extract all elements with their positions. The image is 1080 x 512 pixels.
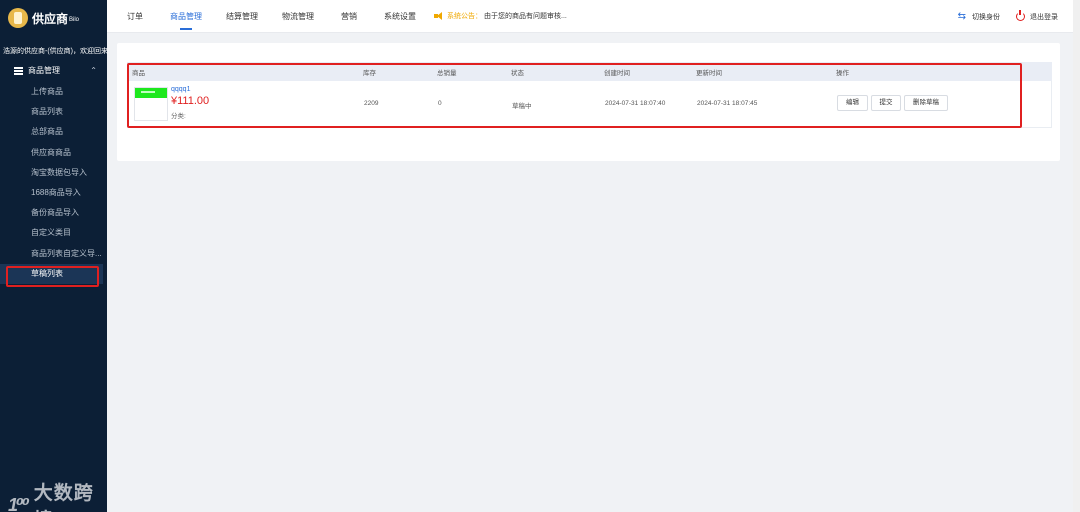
- sidebar: 供应商 Bilo 浩源的供应商-(供应商)，欢迎回来 商品管理 ⌃ 上传商品 商…: [0, 0, 108, 512]
- sidebar-item-1688-import[interactable]: 1688商品导入: [0, 183, 103, 203]
- power-icon: [1016, 10, 1025, 21]
- sidebar-item-hq-products[interactable]: 总部商品: [0, 122, 103, 142]
- watermark-text: 大数跨境: [33, 483, 94, 512]
- sidebar-item-custom-export[interactable]: 商品列表自定义导...: [0, 244, 103, 264]
- logo-sub: Bilo: [69, 17, 80, 23]
- page-scrollbar[interactable]: [1073, 0, 1080, 512]
- logo-icon: [8, 8, 28, 28]
- switch-icon: ⇆: [957, 11, 966, 22]
- tab-system-settings[interactable]: 系统设置: [384, 0, 416, 33]
- tab-orders[interactable]: 订单: [127, 0, 143, 33]
- tab-settlement[interactable]: 结算管理: [226, 0, 258, 33]
- sidebar-item-custom-category[interactable]: 自定义类目: [0, 223, 103, 243]
- speaker-icon: [434, 12, 444, 20]
- menu-group-product[interactable]: 商品管理 ⌃: [0, 56, 107, 76]
- menu-items: 上传商品 商品列表 总部商品 供应商商品 淘宝数据包导入 1688商品导入 备份…: [0, 82, 107, 284]
- logo[interactable]: 供应商 Bilo: [0, 0, 107, 36]
- menu-icon: [14, 66, 23, 75]
- top-right-actions: ⇆ 切换身份 退出登录: [958, 0, 1058, 33]
- tab-logistics[interactable]: 物流管理: [282, 0, 314, 33]
- system-notice[interactable]: 系统公告： 由于您的商品有问题审核...: [434, 11, 567, 21]
- watermark-logo: 1⁰⁰: [8, 494, 30, 512]
- sidebar-item-taobao-import[interactable]: 淘宝数据包导入: [0, 163, 103, 183]
- welcome-text: 浩源的供应商-(供应商)，欢迎回来: [3, 48, 108, 55]
- logout-button[interactable]: 退出登录: [1030, 12, 1058, 22]
- logo-text: 供应商: [32, 11, 69, 26]
- tab-marketing[interactable]: 营销: [341, 0, 357, 33]
- notice-text: 由于您的商品有问题审核...: [484, 13, 567, 20]
- sidebar-item-upload[interactable]: 上传商品: [0, 82, 103, 102]
- tab-product-management[interactable]: 商品管理: [170, 0, 202, 33]
- sidebar-item-product-list[interactable]: 商品列表: [0, 102, 103, 122]
- highlight-box-table: [127, 63, 1022, 128]
- notice-label: 系统公告：: [447, 13, 482, 20]
- sidebar-item-backup-import[interactable]: 备份商品导入: [0, 203, 103, 223]
- switch-identity-button[interactable]: 切换身份: [972, 12, 1000, 22]
- top-nav: 订单 商品管理 结算管理 物流管理 营销 系统设置 系统公告： 由于您的商品有问…: [107, 0, 1080, 33]
- chevron-up-icon: ⌃: [90, 66, 97, 75]
- menu-group-label: 商品管理: [28, 66, 60, 75]
- watermark: 1⁰⁰ 大数跨境: [8, 478, 107, 512]
- highlight-box-sidebar: [6, 266, 99, 287]
- sidebar-item-supplier-products[interactable]: 供应商商品: [0, 143, 103, 163]
